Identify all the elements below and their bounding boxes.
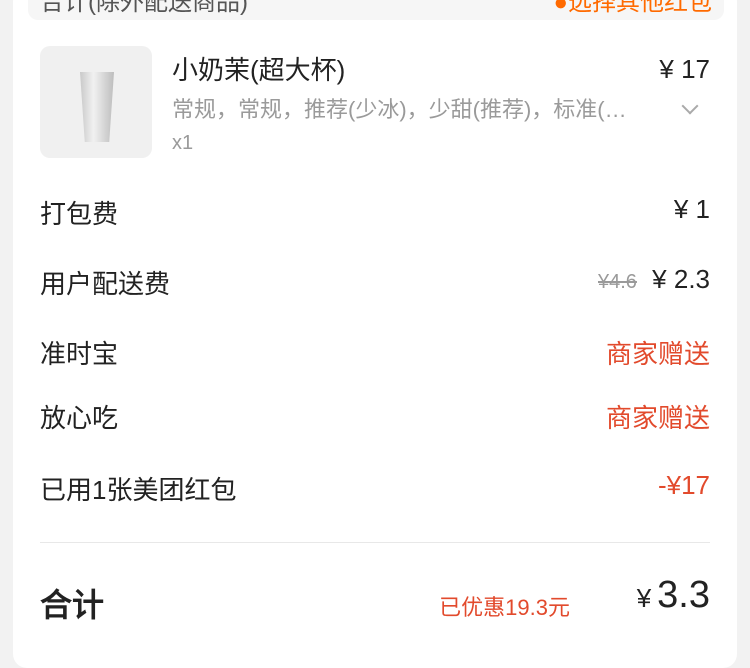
- delivery-fee-original: ¥4.6: [598, 271, 637, 293]
- top-left-text: 合计(除外配送商品): [40, 0, 248, 16]
- choose-coupon-link[interactable]: ●选择其他红包: [554, 0, 713, 17]
- total-amount: ¥3.3: [637, 574, 710, 617]
- packing-fee-label: 打包费: [40, 199, 119, 229]
- product-item[interactable]: 小奶茉(超大杯) 常规，常规，推荐(少冰)，少甜(推荐)，标准(… x1 ¥ 1…: [40, 46, 710, 158]
- ontime-row: 准时宝 商家赠送: [40, 334, 710, 374]
- ontime-value: 商家赠送: [605, 339, 710, 369]
- safe-value: 商家赠送: [605, 403, 710, 433]
- discount-text: 已优惠19.3元: [439, 595, 570, 620]
- coupon-label[interactable]: 已用1张美团红包: [40, 470, 236, 507]
- cup-image: [80, 72, 114, 142]
- safe-row: 放心吃 商家赠送: [40, 398, 710, 438]
- total-label: 合计: [40, 587, 105, 623]
- delivery-fee-values: ¥4.6 ¥ 2.3: [598, 264, 710, 295]
- total-row: 合计 已优惠19.3元 ¥3.3: [40, 572, 710, 632]
- packing-fee-row: 打包费 ¥ 1: [40, 194, 710, 234]
- delivery-fee-value: ¥ 2.3: [652, 264, 710, 294]
- product-spec: 常规，常规，推荐(少冰)，少甜(推荐)，标准(…: [172, 97, 627, 122]
- packing-fee-value: ¥ 1: [673, 194, 710, 224]
- divider: [40, 542, 710, 543]
- product-qty: x1: [172, 132, 194, 154]
- product-price: ¥ 17: [659, 54, 710, 84]
- total-currency: ¥: [636, 583, 652, 613]
- coupon-value: -¥17: [657, 470, 710, 500]
- delivery-fee-row: 用户配送费 ¥4.6 ¥ 2.3: [40, 264, 710, 304]
- safe-label: 放心吃: [40, 403, 119, 433]
- top-strip: 合计(除外配送商品) ●选择其他红包: [28, 0, 724, 20]
- total-value: 3.3: [657, 574, 710, 616]
- ontime-label: 准时宝: [40, 339, 119, 369]
- delivery-fee-label: 用户配送费: [40, 269, 171, 299]
- chevron-down-icon[interactable]: [681, 97, 699, 115]
- product-name: 小奶茉(超大杯): [172, 55, 346, 85]
- coupon-row[interactable]: 已用1张美团红包 -¥17: [40, 470, 710, 510]
- product-thumbnail: [40, 46, 152, 158]
